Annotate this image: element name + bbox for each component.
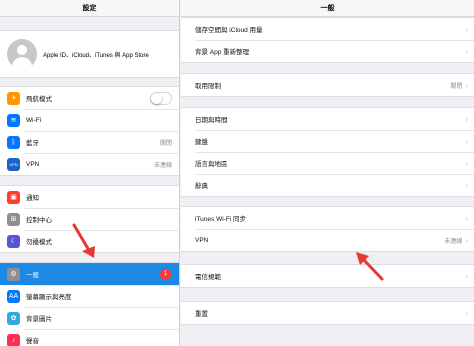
- sidebar-item-label: 勿擾模式: [26, 239, 52, 246]
- display-brightness-icon: AA: [7, 289, 20, 303]
- sidebar-item-label: VPN: [26, 160, 40, 168]
- gear-icon: ⚙: [7, 267, 20, 281]
- airplane-mode-toggle[interactable]: [150, 91, 172, 105]
- sidebar-item-bluetooth[interactable]: ᛒ 藍牙 關閉: [0, 131, 179, 153]
- airplane-icon: ✈: [7, 91, 20, 105]
- chevron-right-icon: ›: [465, 46, 468, 56]
- sidebar-item-label: 背景圖片: [26, 316, 52, 323]
- detail-group-datetime: 日期與時間 › 鍵盤 › 語言與地區 › 辭典 ›: [181, 107, 474, 197]
- annotation-arrow-right: [356, 252, 384, 281]
- detail-row-3-1[interactable]: 鍵盤 ›: [181, 130, 474, 152]
- chevron-right-icon: ›: [465, 114, 468, 124]
- settings-window: 設定 Apple ID、iCloud、iTunes 與 App Store ✈ 飛…: [0, 0, 474, 346]
- notification-badge: 1: [160, 268, 171, 280]
- sidebar-group-connectivity: ✈ 飛航模式 ≋ Wi-Fi ᛒ 藍牙 關閉 VPN VPN 未連線: [0, 86, 179, 176]
- sidebar-item-display-brightness[interactable]: AA 螢幕顯示與亮度: [0, 285, 179, 307]
- detail-row-label: 重置: [195, 311, 208, 318]
- detail-group-reset: 重置 ›: [181, 301, 474, 325]
- vpn-icon: VPN: [7, 157, 20, 171]
- detail-group-regulatory: 電信規範 ›: [181, 264, 474, 288]
- sidebar-item-airplane-mode[interactable]: ✈ 飛航模式: [0, 87, 179, 109]
- detail-row-label: 辭典: [195, 183, 208, 190]
- detail-title: 一般: [181, 0, 474, 17]
- sidebar-item-vpn[interactable]: VPN VPN 未連線: [0, 153, 179, 175]
- moon-icon: ☾: [7, 234, 20, 248]
- detail-row-3-0[interactable]: 日期與時間 ›: [181, 108, 474, 130]
- sidebar-item-label: 飛航模式: [26, 96, 52, 103]
- detail-row-label: 取用限制: [195, 83, 221, 90]
- chevron-right-icon: ›: [465, 136, 468, 146]
- detail-row-value: 關閉: [450, 83, 463, 90]
- detail-row-label: 語言與地區: [195, 161, 228, 168]
- sidebar-item-notifications[interactable]: ▣ 通知: [0, 186, 179, 208]
- chevron-right-icon: ›: [465, 80, 468, 90]
- detail-row-label: 電信規範: [195, 274, 221, 281]
- avatar: [7, 39, 37, 69]
- sidebar-item-value: 關閉: [159, 140, 172, 147]
- sidebar-item-wifi[interactable]: ≋ Wi-Fi: [0, 109, 179, 131]
- detail-row-4-1[interactable]: VPN 未連線 ›: [181, 229, 474, 251]
- detail-row-label: 鍵盤: [195, 139, 208, 146]
- control-center-icon: ⊞: [7, 212, 20, 226]
- detail-pane: 一般 儲存空間與 iCloud 用量 › 背景 App 重新整理 › 取用限制 關閉 › …: [181, 0, 474, 346]
- sidebar-item-label: 一般: [26, 272, 39, 279]
- sidebar-item-general[interactable]: ⚙ 一般 1: [0, 263, 179, 285]
- sidebar-item-label: 通知: [26, 195, 39, 202]
- detail-row-label: 儲存空間與 iCloud 用量: [195, 27, 263, 34]
- chevron-right-icon: ›: [465, 213, 468, 223]
- sidebar: 設定 Apple ID、iCloud、iTunes 與 App Store ✈ 飛…: [0, 0, 180, 346]
- detail-row-4-0[interactable]: iTunes Wi-Fi 同步 ›: [181, 207, 474, 229]
- wallpaper-icon: ✿: [7, 311, 20, 325]
- detail-row-6-0[interactable]: 重置 ›: [181, 302, 474, 324]
- detail-group-restrictions: 取用限制 關閉 ›: [181, 73, 474, 97]
- detail-group-sync: iTunes Wi-Fi 同步 › VPN 未連線 ›: [181, 206, 474, 252]
- apple-id-label: Apple ID、iCloud、iTunes 與 App Store: [43, 52, 149, 59]
- sidebar-group-general: ⚙ 一般 1 AA 螢幕顯示與亮度 ✿ 背景圖片 ♪ 聲音: [0, 262, 179, 346]
- sound-icon: ♪: [7, 333, 20, 346]
- chevron-right-icon: ›: [465, 158, 468, 168]
- notifications-icon: ▣: [7, 190, 20, 204]
- detail-row-label: iTunes Wi-Fi 同步: [195, 216, 247, 223]
- chevron-right-icon: ›: [465, 271, 468, 281]
- wifi-icon: ≋: [7, 113, 20, 127]
- sidebar-item-value: 未連線: [153, 162, 172, 169]
- bluetooth-icon: ᛒ: [7, 135, 20, 149]
- sidebar-item-sounds[interactable]: ♪ 聲音: [0, 329, 179, 346]
- chevron-right-icon: ›: [465, 24, 468, 34]
- chevron-right-icon: ›: [465, 180, 468, 190]
- annotation-arrow-left: [72, 223, 95, 258]
- sidebar-item-label: 螢幕顯示與亮度: [26, 294, 72, 301]
- detail-row-label: 背景 App 重新整理: [195, 49, 250, 56]
- detail-row-5-0[interactable]: 電信規範 ›: [181, 265, 474, 287]
- sidebar-item-label: 聲音: [26, 338, 39, 345]
- detail-row-2-0[interactable]: 取用限制 關閉 ›: [181, 74, 474, 96]
- detail-row-value: 未連線: [444, 238, 463, 245]
- apple-id-row[interactable]: Apple ID、iCloud、iTunes 與 App Store: [0, 30, 179, 78]
- chevron-right-icon: ›: [465, 308, 468, 318]
- sidebar-item-label: 藍牙: [26, 140, 39, 147]
- sidebar-item-label: 控制中心: [26, 217, 52, 224]
- detail-group-storage: 儲存空間與 iCloud 用量 › 背景 App 重新整理 ›: [181, 17, 474, 63]
- detail-row-3-2[interactable]: 語言與地區 ›: [181, 152, 474, 174]
- detail-row-1-0[interactable]: 儲存空間與 iCloud 用量 ›: [181, 18, 474, 40]
- chevron-right-icon: ›: [465, 235, 468, 245]
- detail-row-1-1[interactable]: 背景 App 重新整理 ›: [181, 40, 474, 62]
- sidebar-item-wallpaper[interactable]: ✿ 背景圖片: [0, 307, 179, 329]
- detail-row-label: VPN: [195, 236, 209, 244]
- detail-row-3-3[interactable]: 辭典 ›: [181, 174, 474, 196]
- sidebar-item-label: Wi-Fi: [26, 116, 42, 124]
- detail-row-label: 日期與時間: [195, 117, 228, 124]
- sidebar-title: 設定: [0, 0, 179, 17]
